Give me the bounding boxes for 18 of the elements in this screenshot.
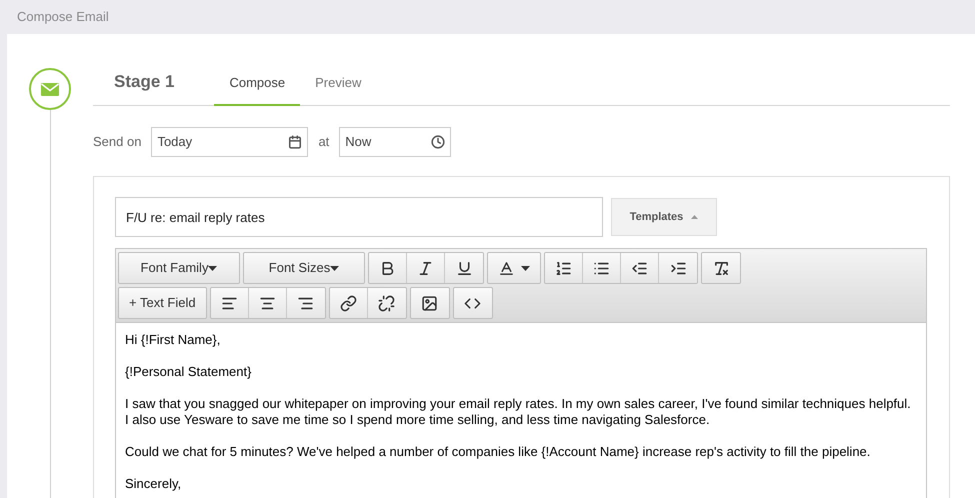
subject-field[interactable]: F/U re: email reply rates — [115, 197, 603, 237]
body-paragraph: Could we chat for 5 minutes? We've helped a number of companies like {!Account Name} increase rep's activity to fill the pipeline. — [125, 444, 872, 460]
time-field[interactable]: Now — [339, 127, 452, 157]
dropdown-button[interactable]: Font Family — [119, 253, 239, 283]
date-field[interactable]: Today — [151, 127, 308, 157]
body-paragraph: Hi {!First Name}, — [125, 332, 222, 348]
at-label: at — [318, 133, 330, 152]
text-field-button[interactable]: + Text Field — [119, 288, 206, 318]
body-paragraph: {!Personal Statement} — [125, 364, 252, 380]
tab[interactable]: Preview — [300, 72, 376, 106]
stage-title: Stage 1 — [113, 70, 176, 93]
tab[interactable]: Compose — [214, 72, 300, 106]
body-paragraph: Sincerely, — [125, 476, 182, 492]
page-title: Compose Email — [17, 8, 109, 26]
dropdown-button[interactable]: Font Sizes — [244, 253, 364, 283]
templates-button[interactable]: Templates — [611, 198, 717, 236]
send-on-label: Send on — [93, 133, 142, 152]
body-paragraph: I saw that you snagged our whitepaper on improving your email reply rates. In my own sales career, I've found similar techniques helpful. I also use Yesware to save me time so I spend more time selling, and less time navigating Salesforce. — [125, 396, 912, 428]
